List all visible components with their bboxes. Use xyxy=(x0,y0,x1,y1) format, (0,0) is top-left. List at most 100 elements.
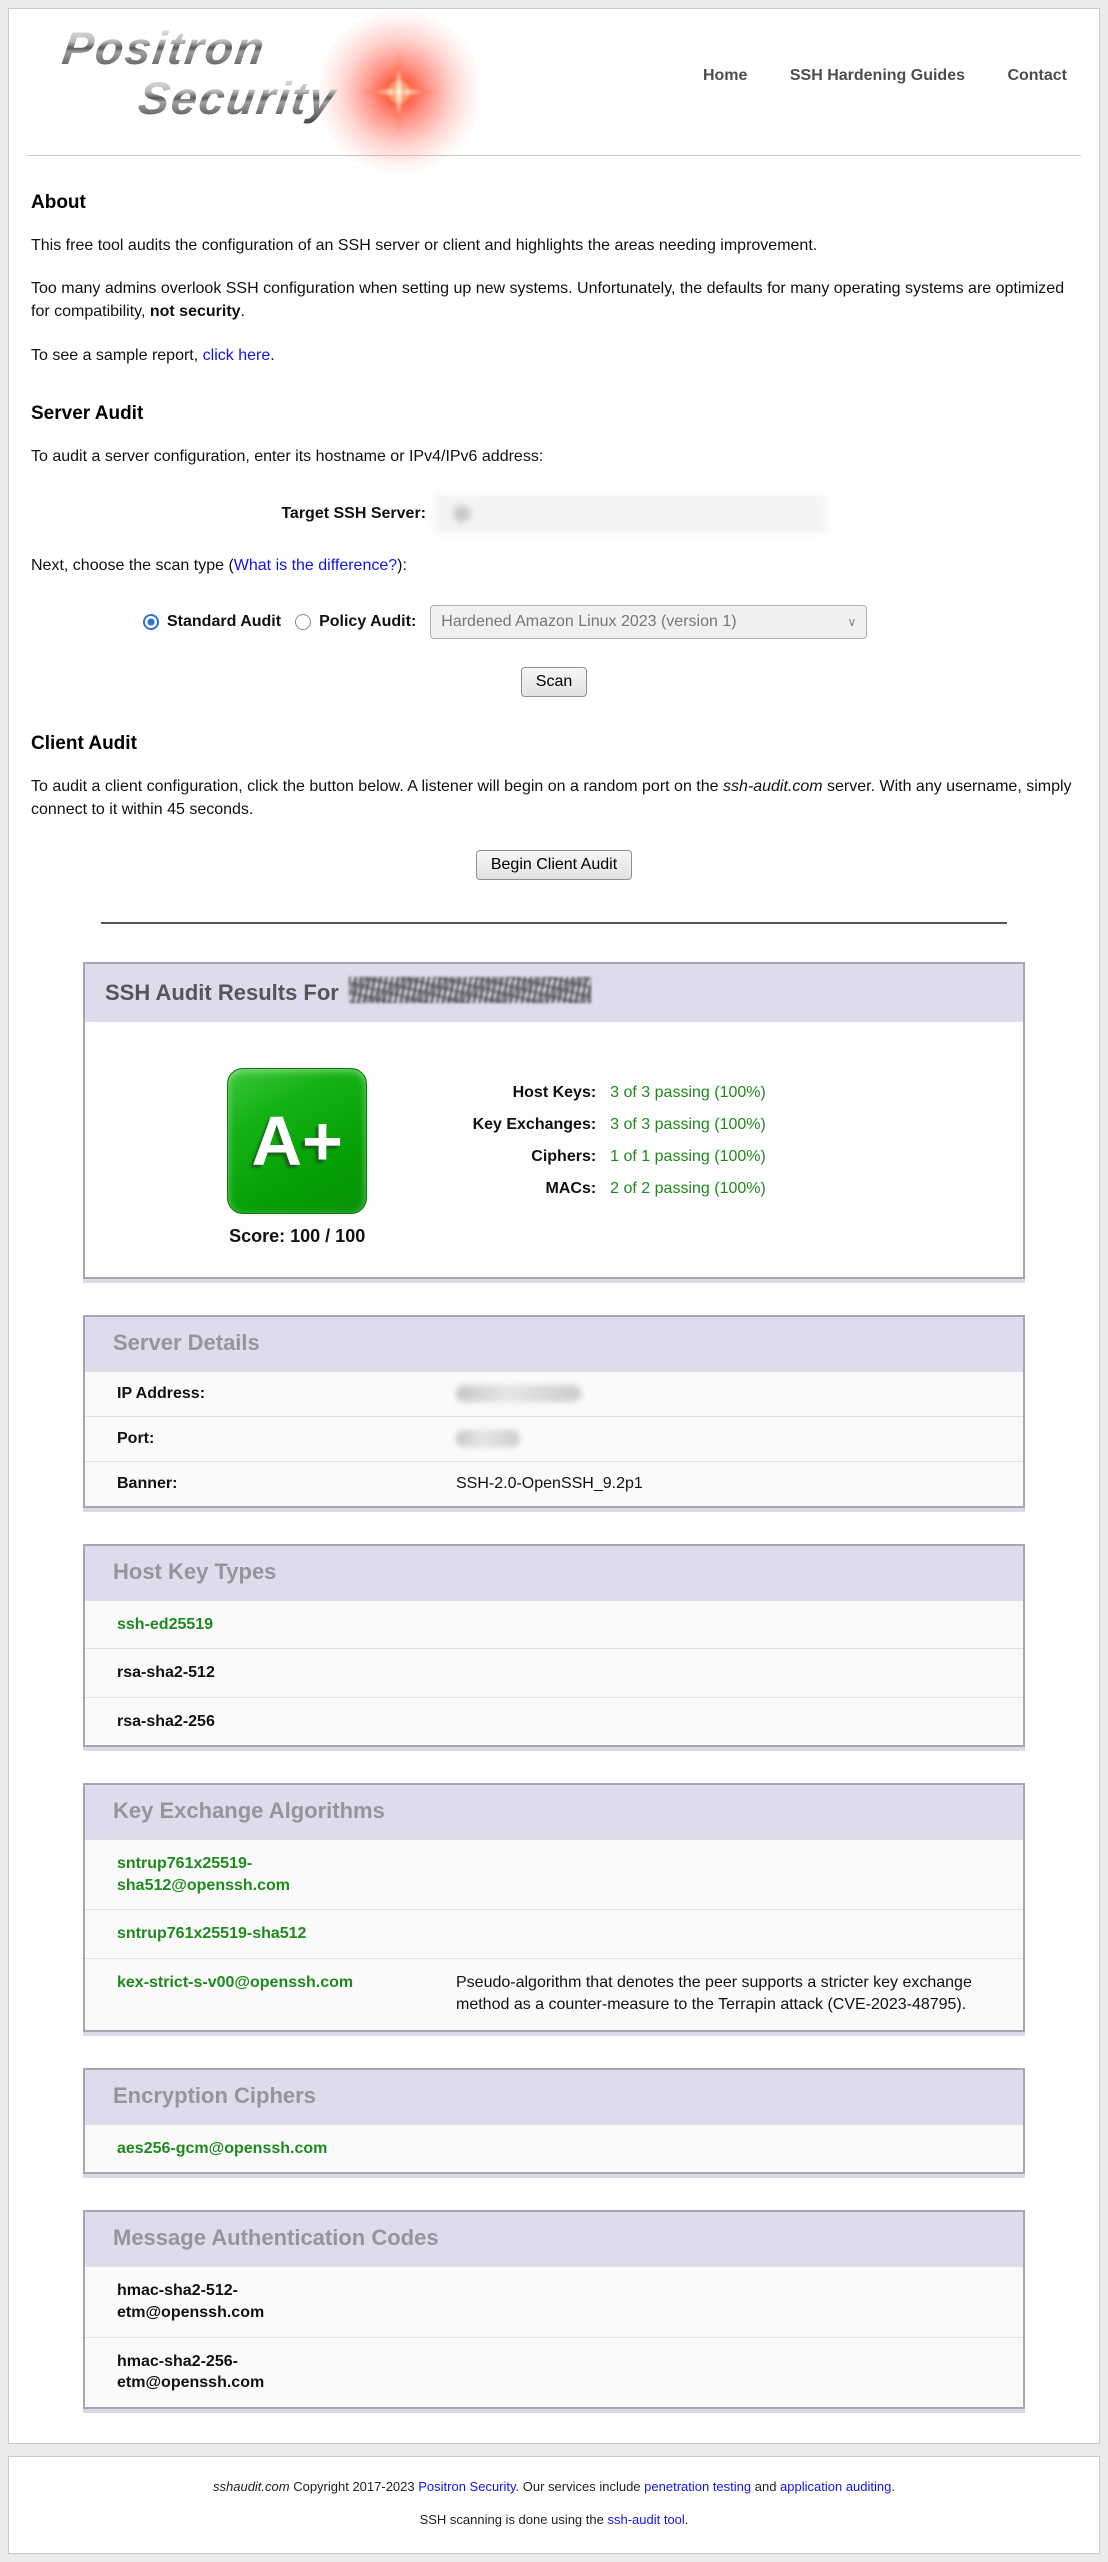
table-row: IP Address: xyxy=(85,1371,1023,1416)
positron-security-logo[interactable]: Positron Security xyxy=(51,21,481,151)
site-footer: sshaudit.com Copyright 2017-2023 Positro… xyxy=(8,2456,1100,2554)
scan-type-suffix: ): xyxy=(397,557,407,574)
table-row: hmac-sha2-512-etm@openssh.com xyxy=(85,2266,1023,2336)
about-p2-bold: not security xyxy=(150,303,241,320)
mac-name: hmac-sha2-256-etm@openssh.com xyxy=(117,2351,359,2394)
about-p3-suffix: . xyxy=(270,347,274,364)
logo-text-line2: Security xyxy=(135,71,340,125)
scan-button[interactable]: Scan xyxy=(521,667,587,697)
stat-row-macs: MACs: 2 of 2 passing (100%) xyxy=(424,1180,766,1198)
encryption-ciphers-title: Encryption Ciphers xyxy=(85,2070,1023,2124)
encryption-ciphers-panel: Encryption Ciphers aes256-gcm@openssh.co… xyxy=(83,2068,1025,2175)
key-exchange-panel: Key Exchange Algorithms sntrup761x25519-… xyxy=(83,1783,1025,2032)
kex-name: kex-strict-s-v00@openssh.com xyxy=(117,1972,359,1994)
target-ssh-server-label: Target SSH Server: xyxy=(31,505,426,523)
table-row: ssh-ed25519 xyxy=(85,1600,1023,1649)
ssh-audit-tool-link[interactable]: ssh-audit tool xyxy=(607,2512,684,2527)
about-heading: About xyxy=(31,192,1077,214)
stat-label: MACs: xyxy=(424,1180,596,1198)
application-auditing-link[interactable]: application auditing xyxy=(780,2479,891,2494)
host-key-types-panel: Host Key Types ssh-ed25519 rsa-sha2-512 … xyxy=(83,1544,1025,1748)
server-details-panel: Server Details IP Address: Port: Banner:… xyxy=(83,1315,1025,1508)
footer-line-2: SSH scanning is done using the ssh-audit… xyxy=(9,2512,1099,2527)
table-row: rsa-sha2-256 xyxy=(85,1697,1023,1746)
penetration-testing-link[interactable]: penetration testing xyxy=(644,2479,751,2494)
scan-type-line: Next, choose the scan type (What is the … xyxy=(31,554,1077,577)
port-label: Port: xyxy=(117,1430,456,1448)
grade-badge: A+ xyxy=(227,1068,367,1214)
server-audit-intro: To audit a server configuration, enter i… xyxy=(31,445,1077,468)
banner-value: SSH-2.0-OpenSSH_9.2p1 xyxy=(456,1475,643,1493)
stat-label: Key Exchanges: xyxy=(424,1116,596,1134)
banner-label: Banner: xyxy=(117,1475,456,1493)
site-header: Positron Security Home SSH Hardening Gui… xyxy=(27,9,1081,156)
stat-row-ciphers: Ciphers: 1 of 1 passing (100%) xyxy=(424,1148,766,1166)
starburst-flare-icon xyxy=(319,7,479,177)
main-nav: Home SSH Hardening Guides Contact xyxy=(665,67,1067,85)
footer-text: and xyxy=(751,2479,780,2494)
sample-report-link[interactable]: click here xyxy=(203,347,271,364)
scan-type-difference-link[interactable]: What is the difference? xyxy=(234,557,397,574)
host-key-name: rsa-sha2-512 xyxy=(117,1662,359,1684)
begin-client-audit-button[interactable]: Begin Client Audit xyxy=(476,850,632,880)
table-row: hmac-sha2-256-etm@openssh.com xyxy=(85,2337,1023,2407)
stat-value: 2 of 2 passing (100%) xyxy=(610,1180,766,1198)
about-p2-suffix: . xyxy=(241,303,245,320)
policy-select[interactable]: Hardened Amazon Linux 2023 (version 1) ∨ xyxy=(430,605,867,639)
host-key-types-title: Host Key Types xyxy=(85,1546,1023,1600)
footer-text: SSH scanning is done using the xyxy=(420,2512,608,2527)
table-row: kex-strict-s-v00@openssh.com Pseudo-algo… xyxy=(85,1958,1023,2030)
main-content: About This free tool audits the configur… xyxy=(9,192,1099,2409)
footer-text: . xyxy=(685,2512,689,2527)
about-p3-text: To see a sample report, xyxy=(31,347,203,364)
results-panel: SSH Audit Results For A+ Score: 100 / 10… xyxy=(83,962,1025,1279)
policy-select-value: Hardened Amazon Linux 2023 (version 1) xyxy=(441,613,736,631)
results-body: A+ Score: 100 / 100 Host Keys: 3 of 3 pa… xyxy=(85,1021,1023,1277)
nav-home[interactable]: Home xyxy=(703,67,747,84)
nav-ssh-hardening-guides[interactable]: SSH Hardening Guides xyxy=(790,67,965,84)
logo-text-line1: Positron xyxy=(59,21,269,75)
host-key-name: ssh-ed25519 xyxy=(117,1614,359,1636)
target-ssh-server-row: Target SSH Server: xyxy=(31,494,1077,534)
server-audit-heading: Server Audit xyxy=(31,403,1077,425)
footer-line-1: sshaudit.com Copyright 2017-2023 Positro… xyxy=(9,2479,1099,2494)
macs-title: Message Authentication Codes xyxy=(85,2212,1023,2266)
redacted-hostname xyxy=(349,977,591,1003)
about-paragraph-2: Too many admins overlook SSH configurati… xyxy=(31,277,1077,323)
positron-security-link[interactable]: Positron Security xyxy=(418,2479,515,2494)
score-label: Score: 100 / 100 xyxy=(222,1226,372,1247)
stat-row-host-keys: Host Keys: 3 of 3 passing (100%) xyxy=(424,1084,766,1102)
results-panel-title: SSH Audit Results For xyxy=(85,964,1023,1021)
table-row: rsa-sha2-512 xyxy=(85,1648,1023,1697)
target-ssh-server-input-redacted[interactable] xyxy=(434,494,826,534)
kex-note: Pseudo-algorithm that denotes the peer s… xyxy=(456,1972,1003,2017)
scan-type-options: Standard Audit Policy Audit: Hardened Am… xyxy=(31,605,1077,639)
ssh-audit-com-italic: ssh-audit.com xyxy=(723,778,823,795)
cipher-name: aes256-gcm@openssh.com xyxy=(117,2138,359,2160)
section-divider xyxy=(101,922,1007,924)
policy-audit-label[interactable]: Policy Audit: xyxy=(319,613,416,631)
ip-address-value-redacted xyxy=(456,1385,581,1402)
table-row: sntrup761x25519-sha512 xyxy=(85,1909,1023,1958)
nav-contact[interactable]: Contact xyxy=(1007,67,1067,84)
key-exchange-title: Key Exchange Algorithms xyxy=(85,1785,1023,1839)
ip-address-label: IP Address: xyxy=(117,1385,456,1403)
policy-audit-radio[interactable] xyxy=(295,614,311,630)
stat-value: 3 of 3 passing (100%) xyxy=(610,1116,766,1134)
table-row: Banner: SSH-2.0-OpenSSH_9.2p1 xyxy=(85,1461,1023,1506)
footer-sshaudit-italic: sshaudit.com xyxy=(213,2479,290,2494)
kex-name: sntrup761x25519-sha512@openssh.com xyxy=(117,1853,359,1896)
standard-audit-label[interactable]: Standard Audit xyxy=(167,613,281,631)
standard-audit-radio[interactable] xyxy=(143,614,159,630)
table-row: aes256-gcm@openssh.com xyxy=(85,2124,1023,2173)
client-audit-text-1: To audit a client configuration, click t… xyxy=(31,778,723,795)
client-audit-paragraph: To audit a client configuration, click t… xyxy=(31,775,1077,821)
results-title-text: SSH Audit Results For xyxy=(105,980,339,1005)
host-key-name: rsa-sha2-256 xyxy=(117,1711,359,1733)
chevron-down-icon: ∨ xyxy=(847,615,856,629)
results-stats: Host Keys: 3 of 3 passing (100%) Key Exc… xyxy=(424,1068,766,1247)
grade-column: A+ Score: 100 / 100 xyxy=(222,1068,372,1247)
server-details-title: Server Details xyxy=(85,1317,1023,1371)
footer-text: Copyright 2017-2023 xyxy=(290,2479,419,2494)
stat-value: 3 of 3 passing (100%) xyxy=(610,1084,766,1102)
